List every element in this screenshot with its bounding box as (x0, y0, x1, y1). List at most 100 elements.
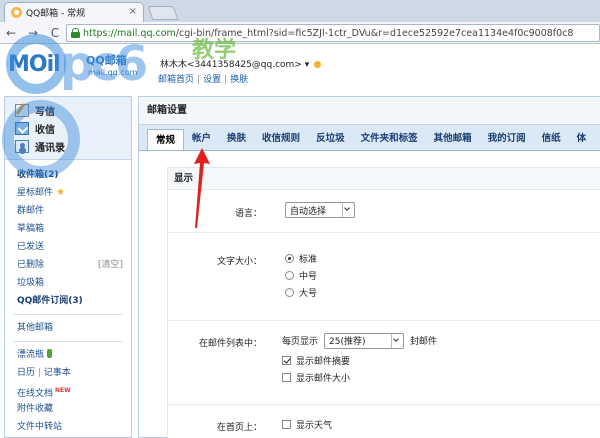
sidebar-action-1[interactable]: 收信 (15, 119, 131, 137)
page-title: 邮箱设置 (139, 97, 600, 125)
qq-mail-favicon-icon (11, 7, 22, 18)
tab-0[interactable]: 常规 (147, 129, 185, 150)
star-icon: ★ (56, 187, 65, 198)
sidebar: 写信收信通讯录 收件箱(2) 星标邮件 ★ 群邮件 草稿箱 已发送 已删除 [清空] 垃圾箱 QQ… (4, 96, 132, 438)
bottle-icon (47, 349, 53, 358)
browser-tab-bar: QQ邮箱 - 常规 × (0, 0, 600, 22)
divider (168, 232, 600, 233)
tab-9[interactable]: 体 (569, 128, 595, 150)
back-arrow-icon[interactable]: ← (4, 26, 18, 40)
logo-qq-text: QQ邮箱 (86, 54, 127, 67)
checkbox-icon[interactable] (282, 356, 291, 365)
sidebar-folder-item[interactable]: 草稿箱 (17, 220, 131, 238)
sidebar-action-0[interactable]: 写信 (15, 101, 131, 119)
address-bar[interactable]: https://mail.qq.com/cgi-bin/frame_html?s… (66, 24, 600, 42)
per-page-prefix: 每页显示 (282, 337, 319, 347)
header-links: 邮箱首页 | 设置 | 换肤 (158, 72, 248, 85)
tab-6[interactable]: 其他邮箱 (426, 128, 480, 150)
show-size-checkbox[interactable]: 显示邮件大小 (282, 369, 437, 386)
chevron-down-icon (342, 203, 352, 217)
folder-label: 文件中转站 (17, 422, 63, 432)
show-summary-checkbox[interactable]: 显示邮件摘要 (282, 352, 437, 369)
forward-arrow-icon[interactable]: → (26, 26, 40, 40)
sidebar-extra-item[interactable]: 在线文档 NEW (17, 382, 131, 400)
show-summary-label: 显示邮件摘要 (296, 357, 351, 367)
logo-mail-text: MOil (8, 52, 61, 77)
browser-tab[interactable]: QQ邮箱 - 常规 × (4, 2, 144, 22)
reload-icon[interactable]: C (48, 26, 62, 40)
font-size-label: 文字大小： (216, 257, 262, 267)
checkbox-icon[interactable] (282, 373, 291, 382)
browser-tab-title: QQ邮箱 - 常规 (26, 9, 86, 19)
qq-mail-logo[interactable]: MOil QQ邮箱 mail.qq.com (8, 48, 158, 86)
tab-5[interactable]: 文件夹和标签 (353, 128, 426, 150)
folder-label: 日历 (17, 368, 36, 378)
language-select[interactable]: 自动选择 (285, 202, 355, 218)
section-title: 显示 (168, 168, 600, 190)
per-page-value: 25(推荐) (329, 337, 366, 347)
link-change-skin[interactable]: 换肤 (230, 75, 248, 85)
new-tab-button[interactable] (147, 6, 179, 20)
settings-tabs: 常规 帐户 换肤 收信规则 反垃圾 文件夹和标签 其他邮箱 我的订阅 信纸体 (139, 125, 600, 151)
sidebar-extra-item[interactable]: 日历 | 记事本 (17, 364, 131, 382)
tab-8[interactable]: 信纸 (534, 128, 569, 150)
divider (13, 341, 123, 342)
radio-icon[interactable] (285, 288, 294, 297)
sidebar-extra-item[interactable]: 附件收藏 (17, 400, 131, 418)
sidebar-folder-item[interactable]: 已发送 (17, 238, 131, 256)
tab-2[interactable]: 换肤 (219, 128, 254, 150)
font-size-option[interactable]: 大号 (285, 284, 317, 301)
folder-label: QQ邮件订阅(3) (17, 296, 83, 306)
sidebar-folder-item[interactable]: QQ邮件订阅(3) (17, 292, 131, 310)
account-dropdown-icon[interactable]: ▾ (305, 60, 310, 70)
sidebar-action-label: 收信 (35, 124, 55, 136)
sidebar-other-mailbox[interactable]: 其他邮箱 (17, 319, 131, 337)
font-size-option[interactable]: 标准 (285, 250, 317, 267)
tab-7[interactable]: 我的订阅 (480, 128, 534, 150)
per-page-suffix: 封邮件 (410, 337, 438, 347)
mail-header: MOil QQ邮箱 mail.qq.com 林木木<3441358425@qq.… (0, 44, 600, 92)
chevron-down-icon (391, 333, 401, 348)
folder-label: 收件箱(2) (17, 170, 59, 180)
close-icon[interactable]: × (129, 6, 137, 17)
lock-icon (71, 28, 80, 38)
sidebar-folder-item[interactable]: 垃圾箱 (17, 274, 131, 292)
logo-domain-text: mail.qq.com (88, 68, 138, 77)
radio-icon[interactable] (285, 271, 294, 280)
sidebar-folder-item[interactable]: 已删除 [清空] (17, 256, 131, 274)
sidebar-action-label: 写信 (35, 106, 55, 118)
sidebar-folder-item[interactable]: 收件箱(2) (17, 166, 131, 184)
sidebar-action-2[interactable]: 通讯录 (15, 137, 131, 155)
user-account[interactable]: 林木木<3441358425@qq.com> ▾ (160, 57, 322, 70)
divider (168, 320, 600, 321)
sidebar-folder-item[interactable]: 星标邮件 ★ (17, 184, 131, 202)
font-size-option-label: 大号 (299, 289, 318, 299)
tab-1[interactable]: 帐户 (184, 128, 219, 150)
divider (13, 314, 123, 315)
sidebar-extra-item[interactable]: 文件中转站 (17, 418, 131, 436)
sidebar-action-label: 通讯录 (35, 142, 65, 154)
font-size-option[interactable]: 中号 (285, 267, 317, 284)
homepage-label: 在首页上： (216, 423, 262, 433)
tab-3[interactable]: 收信规则 (254, 128, 308, 150)
link-mailbox-home[interactable]: 邮箱首页 (158, 75, 194, 85)
link-settings[interactable]: 设置 (203, 75, 221, 85)
font-size-option-label: 标准 (299, 255, 318, 265)
display-section: 显示 语言： 自动选择 文字大小： 标准中号大号 在邮件列表中： 每页显示 (167, 167, 600, 438)
tab-4[interactable]: 反垃圾 (308, 128, 353, 150)
show-size-label: 显示邮件大小 (296, 374, 351, 384)
inbox-icon (15, 121, 29, 135)
checkbox-icon[interactable] (282, 420, 291, 429)
sidebar-folder-item[interactable]: 群邮件 (17, 202, 131, 220)
empty-trash-link[interactable]: [清空] (98, 256, 123, 274)
show-weather-checkbox[interactable]: 显示天气 (282, 416, 332, 433)
sidebar-extra-item[interactable]: 漂流瓶 (17, 346, 131, 364)
folder-label: 在线文档 (17, 389, 54, 399)
link-separator: | (224, 75, 228, 85)
folder-label[interactable]: 记事本 (44, 368, 71, 378)
radio-icon[interactable] (285, 254, 294, 263)
folder-list: 收件箱(2) 星标邮件 ★ 群邮件 草稿箱 已发送 已删除 [清空] 垃圾箱 QQ邮件订阅(3) 其… (5, 160, 131, 436)
folder-separator: | (35, 368, 44, 378)
folder-label: 附件收藏 (17, 404, 54, 414)
per-page-select[interactable]: 25(推荐) (324, 332, 405, 349)
